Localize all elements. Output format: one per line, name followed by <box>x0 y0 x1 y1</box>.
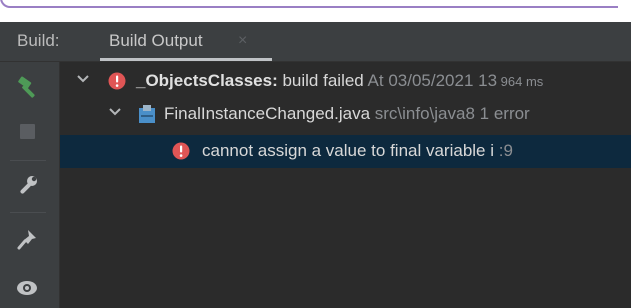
active-tab-indicator <box>100 58 272 61</box>
chevron-down-icon[interactable] <box>108 105 122 119</box>
tab-close-icon[interactable]: × <box>238 32 247 50</box>
stop-button[interactable] <box>14 118 42 146</box>
error-count: 1 error <box>474 104 530 123</box>
settings-button[interactable] <box>14 172 42 200</box>
view-button[interactable] <box>14 274 42 302</box>
tree-row-build-root[interactable]: _ObjectsClasses: build failed At 03/05/2… <box>60 66 631 97</box>
tool-window-header: Build: Build Output × <box>0 22 631 62</box>
hammer-icon <box>18 76 35 98</box>
tab-build-output-label: Build Output <box>109 31 203 50</box>
file-name: FinalInstanceChanged.java <box>164 104 371 123</box>
file-path: src\info\java8 <box>370 104 475 123</box>
page-border-curve <box>0 0 618 8</box>
toolbar-divider <box>10 212 46 213</box>
error-message: cannot assign a value to final variable … <box>202 141 495 160</box>
error-line: :9 <box>494 141 513 160</box>
eye-icon <box>17 281 37 295</box>
tree-row-file[interactable]: FinalInstanceChanged.java src\info\java8… <box>60 99 631 130</box>
build-output-tree: _ObjectsClasses: build failed At 03/05/2… <box>60 62 631 308</box>
pin-button[interactable] <box>14 226 42 254</box>
build-timestamp: At 03/05/2021 13 <box>363 71 498 90</box>
file-row-text: FinalInstanceChanged.java src\info\java8… <box>164 104 530 124</box>
project-name: _ObjectsClasses: <box>136 71 278 90</box>
error-icon <box>172 142 190 160</box>
wrench-icon <box>20 176 37 194</box>
tool-window-title: Build: <box>17 31 60 50</box>
java-file-icon <box>139 105 155 123</box>
build-tool-window: Build: Build Output × _ObjectsClasses: b… <box>0 22 631 308</box>
stop-icon <box>20 124 35 139</box>
chevron-down-icon[interactable] <box>76 72 90 86</box>
tree-row-error[interactable]: cannot assign a value to final variable … <box>60 135 631 168</box>
build-toolbar <box>0 62 60 308</box>
screenshot-frame: Build: Build Output × _ObjectsClasses: b… <box>0 0 631 308</box>
toolbar-divider <box>10 160 46 161</box>
tab-build-output[interactable]: Build Output × <box>96 22 272 62</box>
build-status: build failed <box>277 71 364 90</box>
build-root-text: _ObjectsClasses: build failed At 03/05/2… <box>136 71 543 91</box>
rebuild-button[interactable] <box>14 74 42 102</box>
page-edge <box>0 0 631 20</box>
build-duration: 964 ms <box>497 74 544 89</box>
error-icon <box>108 72 126 90</box>
error-row-text: cannot assign a value to final variable … <box>202 141 513 161</box>
pin-icon <box>17 230 36 250</box>
